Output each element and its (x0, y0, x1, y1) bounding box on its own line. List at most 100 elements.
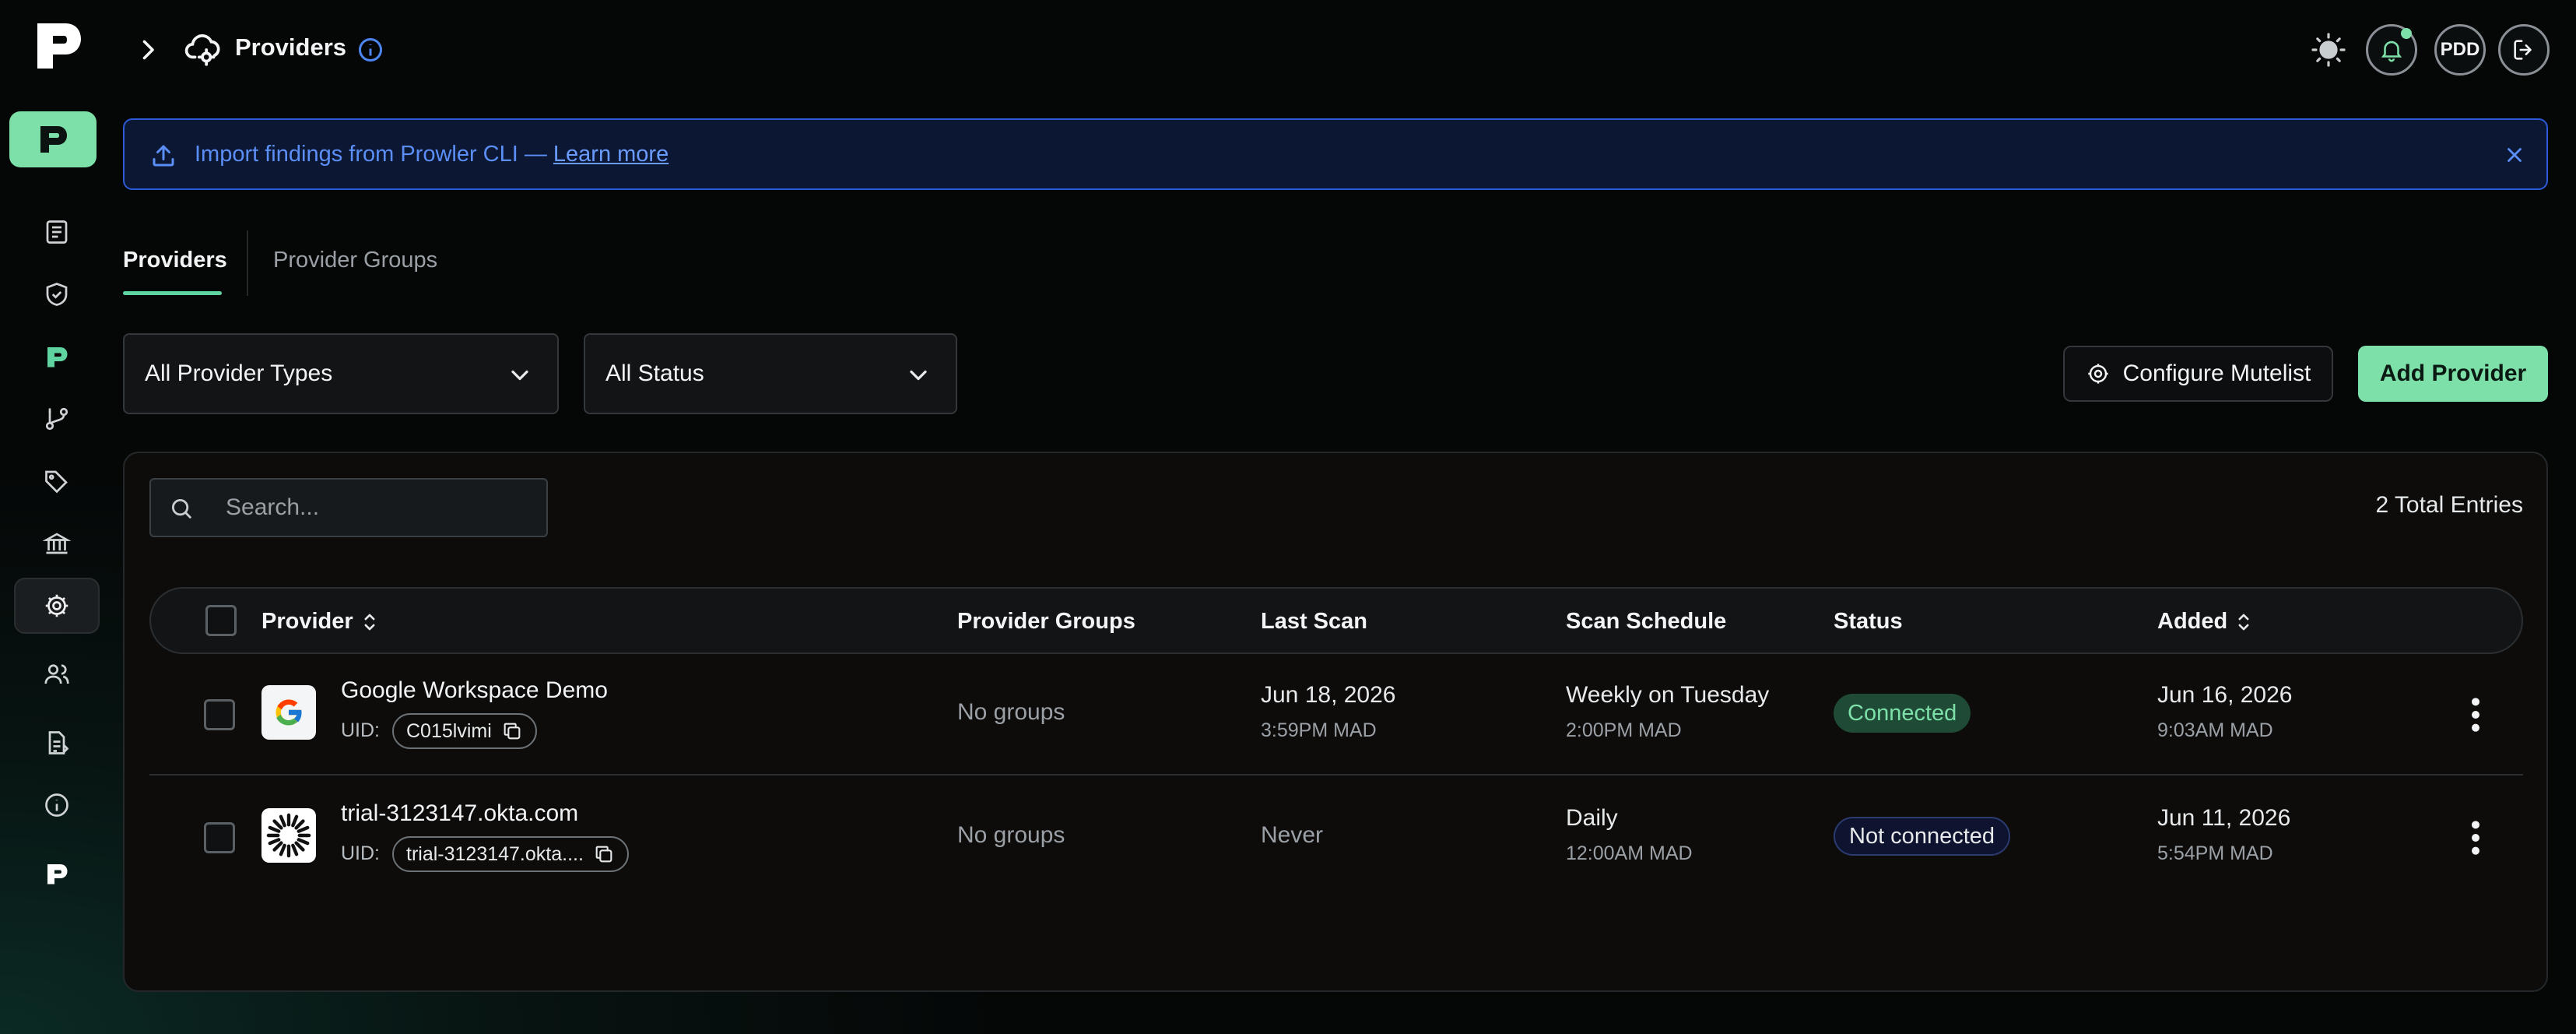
sort-icon (364, 614, 375, 630)
status-badge: Connected (1834, 694, 1971, 733)
page-title: Providers (235, 33, 347, 61)
uid-label: UID: (341, 719, 380, 741)
last-scan-date: Jun 18, 2026 (1261, 682, 1396, 708)
document-list-icon (46, 220, 68, 244)
provider-type-select[interactable]: All Provider Types (123, 333, 559, 414)
gear-icon (2087, 364, 2108, 384)
users-icon (44, 664, 69, 684)
table-row[interactable]: trial-3123147.okta.com UID: trial-312314… (149, 777, 2523, 899)
uid-chip[interactable]: C015lvimi (392, 713, 537, 749)
bell-icon (2381, 40, 2402, 62)
providers-table-card: 2 Total Entries Provider Provider Groups… (123, 452, 2548, 992)
import-banner: Import findings from Prowler CLI — Learn… (123, 118, 2548, 190)
add-provider-button[interactable]: Add Provider (2358, 346, 2548, 402)
notifications-button[interactable] (2366, 24, 2417, 76)
last-scan-value: Never (1261, 822, 1324, 848)
scan-schedule-time: 2:00PM MAD (1566, 719, 1682, 741)
row-actions-kebab-icon[interactable] (2464, 695, 2487, 734)
scan-schedule: Daily (1566, 805, 1618, 831)
provider-groups-value: No groups (957, 822, 1065, 848)
prowler-logo[interactable] (36, 22, 82, 70)
theme-toggle-sun-icon[interactable] (2310, 31, 2347, 69)
column-provider-groups: Provider Groups (957, 609, 1135, 634)
status-filter-value: All Status (605, 360, 704, 386)
row-actions-kebab-icon[interactable] (2464, 818, 2487, 857)
uid-value: trial-3123147.okta.... (406, 842, 584, 865)
sidebar-item-prowler-hub[interactable] (14, 846, 100, 902)
search-box[interactable] (149, 478, 548, 537)
configure-mutelist-label: Configure Mutelist (2122, 360, 2311, 386)
status-select[interactable]: All Status (584, 333, 957, 414)
sidebar-item-compliance[interactable] (14, 266, 100, 322)
page-info-icon[interactable] (356, 36, 384, 64)
file-list-icon (48, 731, 69, 754)
git-branch-icon (45, 407, 68, 431)
sidebar-item-lighthouse[interactable] (14, 515, 100, 572)
column-added[interactable]: Added (2157, 609, 2252, 635)
prowler-white-icon (47, 864, 68, 885)
column-added-label: Added (2157, 609, 2228, 634)
active-tab-indicator (123, 291, 222, 295)
status-badge: Not connected (1834, 817, 2011, 856)
sign-out-button[interactable] (2498, 24, 2550, 76)
table-row[interactable]: Google Workspace Demo UID: C015lvimi No … (149, 654, 2523, 776)
user-avatar-button[interactable]: PDD (2434, 24, 2486, 76)
tab-providers[interactable]: Providers (123, 248, 227, 273)
select-all-checkbox[interactable] (205, 605, 237, 636)
shield-check-icon (46, 283, 68, 306)
search-input[interactable] (226, 480, 537, 536)
sidebar-item-docs[interactable] (14, 715, 100, 771)
prowler-green-icon (47, 347, 68, 368)
sidebar-item-info[interactable] (14, 777, 100, 833)
total-entries: 2 Total Entries (2375, 492, 2523, 518)
chevron-down-icon (910, 370, 927, 381)
provider-name: trial-3123147.okta.com (341, 800, 579, 826)
row-checkbox[interactable] (204, 822, 235, 853)
tab-provider-groups[interactable]: Provider Groups (273, 248, 437, 273)
sidebar-item-overview[interactable] (14, 204, 100, 260)
sidebar-item-configuration[interactable] (14, 578, 100, 634)
provider-groups-value: No groups (957, 699, 1065, 725)
learn-more-link[interactable]: Learn more (553, 142, 669, 167)
column-status: Status (1834, 609, 1903, 634)
sidebar-item-prowler[interactable] (14, 329, 100, 385)
search-icon (171, 498, 191, 519)
added-date: Jun 11, 2026 (2157, 805, 2291, 831)
sidebar-toggle-chevron-icon[interactable] (134, 34, 162, 65)
sort-icon (2238, 614, 2249, 630)
column-provider[interactable]: Provider (261, 609, 378, 635)
okta-logo-icon (261, 808, 316, 863)
logout-icon (2514, 40, 2532, 60)
sidebar-item-users[interactable] (14, 646, 100, 702)
added-time: 9:03AM MAD (2157, 719, 2273, 741)
cloud-cog-icon (184, 30, 223, 69)
prowler-home-button[interactable] (9, 111, 97, 167)
banner-text: Import findings from Prowler CLI — (195, 142, 553, 167)
scan-schedule: Weekly on Tuesday (1566, 682, 1770, 708)
column-provider-label: Provider (261, 609, 353, 634)
google-logo-icon (261, 685, 316, 740)
tags-icon (45, 470, 68, 494)
sidebar-item-resources[interactable] (14, 453, 100, 509)
copy-icon[interactable] (593, 843, 615, 865)
notification-dot (2401, 28, 2412, 39)
copy-icon[interactable] (501, 720, 523, 742)
last-scan-time: 3:59PM MAD (1261, 719, 1377, 741)
column-last-scan: Last Scan (1261, 609, 1367, 634)
info-icon (45, 793, 68, 817)
uid-label: UID: (341, 842, 380, 864)
prowler-p-icon (40, 126, 67, 153)
banner-close-icon[interactable] (2503, 143, 2526, 167)
row-checkbox[interactable] (204, 699, 235, 730)
avatar-initials: PDD (2440, 39, 2480, 60)
scan-schedule-time: 12:00AM MAD (1566, 842, 1693, 864)
gear-icon (45, 594, 68, 617)
bank-icon (43, 533, 71, 554)
configure-mutelist-button[interactable]: Configure Mutelist (2063, 346, 2333, 402)
uid-chip[interactable]: trial-3123147.okta.... (392, 836, 629, 872)
sidebar-item-integrations[interactable] (14, 391, 100, 447)
column-scan-schedule: Scan Schedule (1566, 609, 1727, 634)
tab-divider (247, 230, 248, 296)
upload-icon (149, 142, 177, 170)
table-header: Provider Provider Groups Last Scan Scan … (149, 587, 2523, 654)
